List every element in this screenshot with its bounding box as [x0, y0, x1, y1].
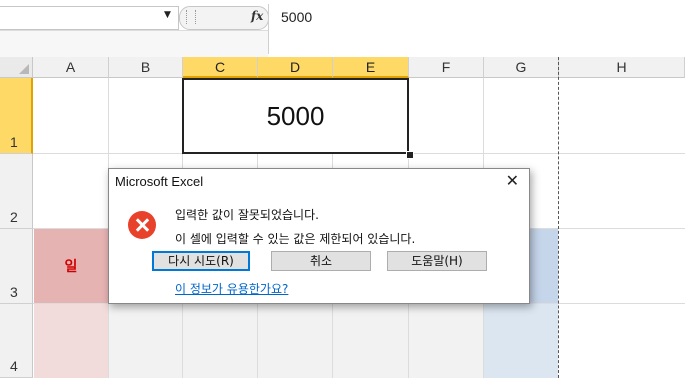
column-header-c[interactable]: C: [183, 57, 258, 78]
row-header-4[interactable]: 4: [0, 304, 33, 378]
formula-input[interactable]: [268, 4, 685, 54]
column-header-a[interactable]: A: [33, 57, 109, 78]
column-header-f[interactable]: F: [409, 57, 484, 78]
cells-b4-f4[interactable]: [109, 304, 483, 378]
chevron-down-icon[interactable]: ▼: [164, 10, 171, 20]
close-icon[interactable]: ✕: [506, 171, 519, 190]
dialog-message-line1: 입력한 값이 잘못되었습니다.: [175, 208, 319, 222]
fill-handle[interactable]: [406, 151, 414, 159]
error-icon: [128, 211, 156, 239]
formula-bar-area: ▼ fx 5000: [0, 0, 685, 58]
column-header-h[interactable]: H: [559, 57, 685, 78]
dialog-message-line2: 이 셀에 입력할 수 있는 값은 제한되어 있습니다.: [175, 232, 416, 246]
feedback-link[interactable]: 이 정보가 유용한가요?: [175, 280, 288, 297]
retry-button[interactable]: 다시 시도(R): [152, 251, 250, 271]
column-header-e[interactable]: E: [333, 57, 409, 78]
row-header-3[interactable]: 3: [0, 229, 33, 304]
help-button[interactable]: 도움말(H): [387, 251, 487, 271]
insert-function-icon[interactable]: fx: [251, 9, 263, 23]
column-header-d[interactable]: D: [258, 57, 333, 78]
column-header-g[interactable]: G: [484, 57, 559, 78]
column-header-b[interactable]: B: [109, 57, 183, 78]
dialog-title: Microsoft Excel: [115, 174, 204, 189]
formula-value[interactable]: 5000: [281, 9, 312, 25]
cell-a4[interactable]: [34, 304, 108, 378]
row-number: 4: [10, 358, 18, 374]
page-break-line: [558, 57, 559, 378]
row-header-1[interactable]: 1: [0, 78, 33, 154]
cell-g4[interactable]: [484, 304, 558, 378]
merged-cell-c1[interactable]: 5000: [182, 78, 409, 154]
name-box-lower-area: [0, 30, 268, 57]
cell-a3-text: 일: [64, 259, 78, 275]
row-number: 3: [10, 284, 18, 300]
row-header-2[interactable]: 2: [0, 154, 33, 229]
select-all-icon: [19, 64, 29, 74]
error-dialog: Microsoft Excel ✕ 입력한 값이 잘못되었습니다. 이 셀에 입…: [108, 168, 530, 304]
row-number: 1: [10, 134, 18, 150]
select-all-corner[interactable]: [0, 57, 33, 78]
name-box[interactable]: [0, 6, 179, 30]
row-number: 2: [10, 209, 18, 225]
cancel-button[interactable]: 취소: [271, 251, 371, 271]
grip-icon[interactable]: [186, 10, 196, 24]
